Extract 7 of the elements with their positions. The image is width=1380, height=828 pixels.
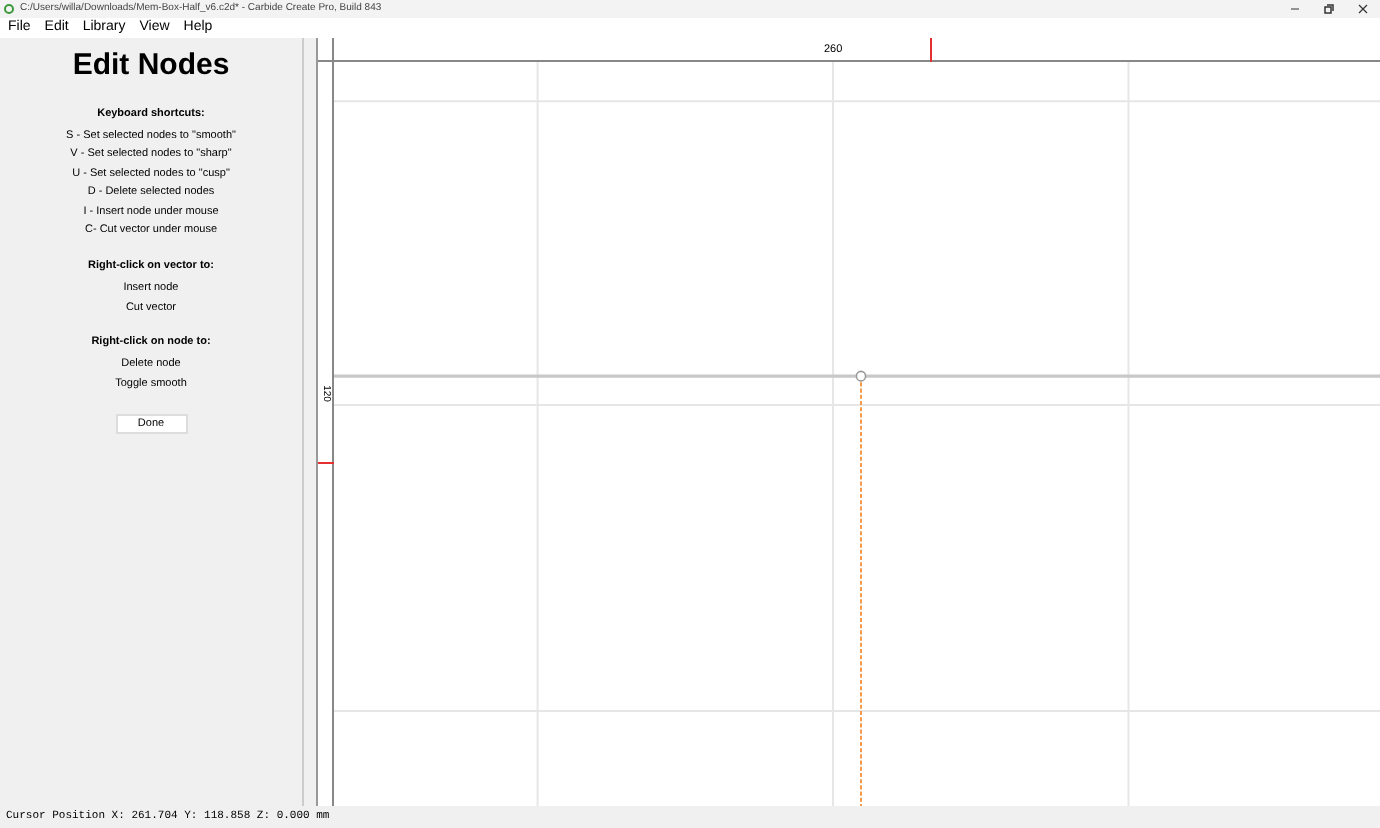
cursor-marker-icon	[930, 38, 932, 62]
panel-title: Edit Nodes	[72, 46, 230, 86]
cursor-marker-icon	[318, 462, 334, 464]
close-icon[interactable]	[1358, 4, 1368, 14]
restore-icon[interactable]	[1324, 4, 1334, 14]
app-icon	[4, 4, 14, 14]
minimize-icon[interactable]	[1290, 4, 1300, 14]
